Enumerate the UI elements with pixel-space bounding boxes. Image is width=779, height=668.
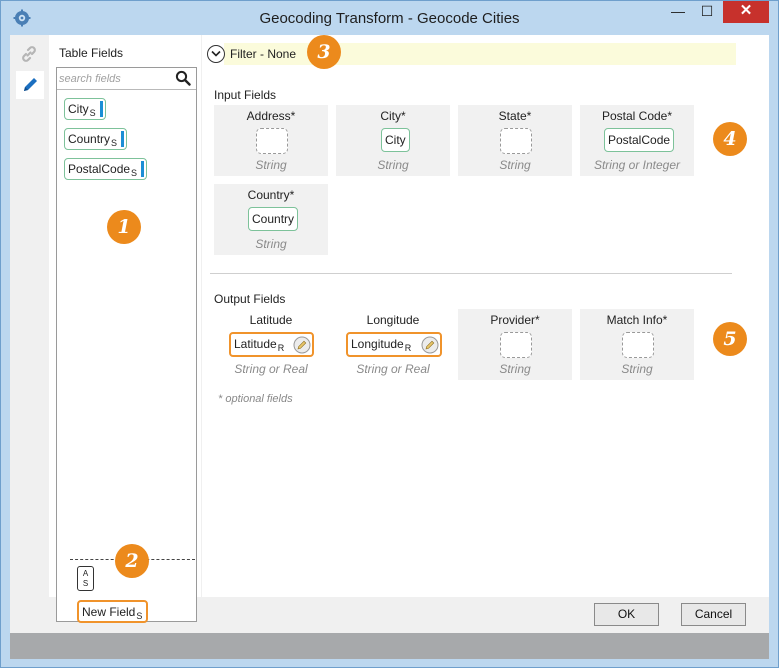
input-card-postal-code[interactable]: Postal Code* PostalCode String or Intege… <box>580 105 694 176</box>
field-indicator-bar <box>141 161 145 177</box>
new-field-chip[interactable]: New FieldS <box>77 600 149 623</box>
search-icon[interactable] <box>175 70 191 86</box>
table-fields-list: CityS CountryS PostalCodeS 1 A S 2 New F… <box>56 67 197 623</box>
field-indicator-bar <box>99 101 103 117</box>
card-type: String or Real <box>356 362 430 376</box>
output-card-provider[interactable]: Provider* String <box>458 309 572 380</box>
output-card-longitude[interactable]: Longitude LongitudeR String or Real <box>336 309 450 380</box>
filter-expand-button[interactable] <box>207 45 225 63</box>
empty-drop-slot[interactable] <box>500 128 532 154</box>
output-card-match-info[interactable]: Match Info* String <box>580 309 694 380</box>
mapped-field-chip[interactable]: Country <box>248 207 299 231</box>
optional-fields-note: * optional fields <box>218 393 293 405</box>
filter-label: Filter - None <box>230 47 297 61</box>
pencil-icon <box>24 78 37 91</box>
chevron-down-icon <box>211 50 221 57</box>
empty-drop-slot[interactable] <box>622 332 654 358</box>
empty-drop-slot[interactable] <box>256 128 288 154</box>
card-label: City* <box>380 109 406 123</box>
close-button[interactable]: ✕ <box>723 1 769 23</box>
link-icon[interactable] <box>20 45 38 63</box>
status-strip <box>10 633 769 659</box>
card-type: String <box>621 362 653 376</box>
output-field-chip[interactable]: LongitudeR <box>346 332 442 357</box>
input-fields-label: Input Fields <box>214 88 277 102</box>
output-field-name: Latitude <box>234 337 277 351</box>
tab-edit[interactable] <box>16 71 44 99</box>
cancel-button[interactable]: Cancel <box>681 603 746 626</box>
title-bar[interactable]: Geocoding Transform - Geocode Cities — ☐… <box>1 1 778 35</box>
card-type: String or Real <box>234 362 308 376</box>
toggle-letter-s: S <box>82 579 89 588</box>
table-field-city[interactable]: CityS <box>64 98 106 120</box>
window-title: Geocoding Transform - Geocode Cities <box>259 10 520 27</box>
table-fields-title: Table Fields <box>59 46 124 60</box>
search-box <box>57 68 196 90</box>
output-field-type: R <box>277 343 285 353</box>
input-card-address[interactable]: Address* String <box>214 105 328 176</box>
card-type: String <box>377 158 409 172</box>
field-name: City <box>68 102 89 116</box>
callout-badge-3: 3 <box>307 35 341 69</box>
card-type: String <box>499 158 531 172</box>
output-fields-label: Output Fields <box>214 292 286 306</box>
card-label: Provider* <box>490 313 540 327</box>
mapping-panel: Filter - None 3 Input Fields Address* St… <box>202 35 769 597</box>
callout-badge-4: 4 <box>713 122 747 156</box>
dialog-window: Geocoding Transform - Geocode Cities — ☐… <box>0 0 779 668</box>
card-label: Country* <box>247 188 295 202</box>
callout-badge-1: 1 <box>107 210 141 244</box>
filter-bar[interactable] <box>224 43 736 65</box>
callout-badge-2: 2 <box>115 544 149 578</box>
table-field-country[interactable]: CountryS <box>64 128 128 150</box>
input-card-country[interactable]: Country* Country String <box>214 184 328 255</box>
field-type: S <box>89 108 96 118</box>
table-fields-panel: Table Fields CityS CountryS PostalCodeS <box>49 35 201 623</box>
input-card-state[interactable]: State* String <box>458 105 572 176</box>
side-tab-strip <box>10 35 48 597</box>
card-type: String or Integer <box>593 158 681 172</box>
empty-drop-slot[interactable] <box>500 332 532 358</box>
card-label: Latitude <box>249 313 293 327</box>
input-card-city[interactable]: City* City String <box>336 105 450 176</box>
card-label: Address* <box>246 109 296 123</box>
card-type: String <box>499 362 531 376</box>
callout-badge-5: 5 <box>713 322 747 356</box>
field-indicator-bar <box>121 131 125 147</box>
mapped-field-chip[interactable]: PostalCode <box>604 128 675 152</box>
field-type: S <box>111 138 118 148</box>
maximize-button[interactable]: ☐ <box>694 1 720 23</box>
card-label: State* <box>498 109 532 123</box>
field-type: S <box>131 168 138 178</box>
card-label: Match Info* <box>606 313 668 327</box>
ok-button[interactable]: OK <box>594 603 659 626</box>
sort-toggle-button[interactable]: A S <box>77 566 94 591</box>
minimize-button[interactable]: — <box>665 1 691 23</box>
new-field-type: S <box>136 611 143 621</box>
mapped-field-chip[interactable]: City <box>381 128 410 152</box>
search-input[interactable] <box>59 70 171 87</box>
field-name: Country <box>68 132 111 146</box>
pencil-icon[interactable] <box>293 336 311 354</box>
pencil-icon[interactable] <box>421 336 439 354</box>
card-label: Postal Code* <box>601 109 673 123</box>
section-divider <box>210 273 732 274</box>
output-field-chip[interactable]: LatitudeR <box>229 332 314 357</box>
field-name: PostalCode <box>68 162 131 176</box>
output-field-type: R <box>404 343 412 353</box>
new-field-name: New Field <box>82 605 136 619</box>
card-label: Longitude <box>366 313 420 327</box>
output-card-latitude[interactable]: Latitude LatitudeR String or Real <box>214 309 328 380</box>
card-type: String <box>255 237 287 251</box>
toggle-letter-a: A <box>82 569 89 578</box>
table-field-postalcode[interactable]: PostalCodeS <box>64 158 148 180</box>
card-type: String <box>255 158 287 172</box>
output-field-name: Longitude <box>351 337 404 351</box>
